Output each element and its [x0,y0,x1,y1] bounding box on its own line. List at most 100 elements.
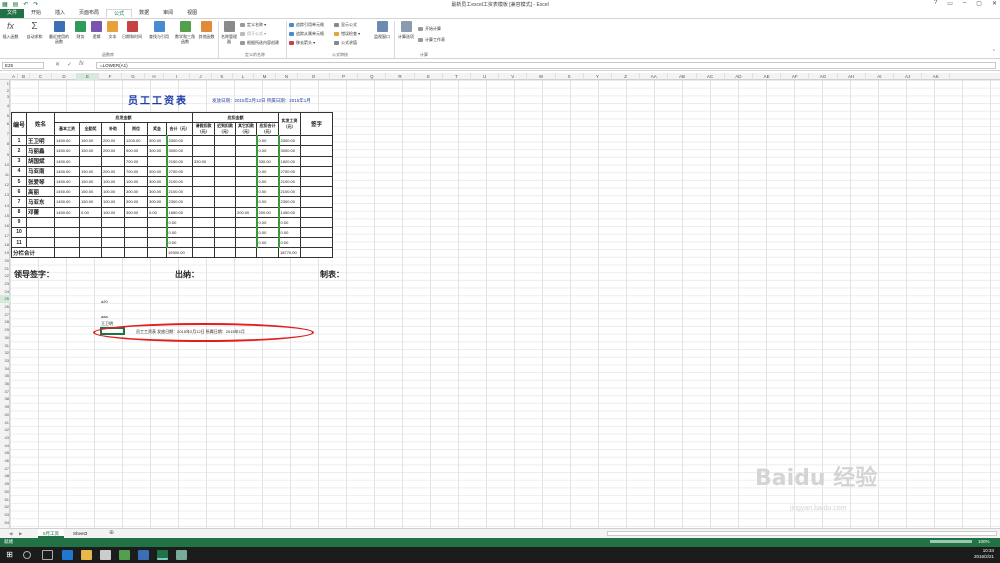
tab-page-layout[interactable]: 页面布局 [72,9,106,18]
row-header[interactable]: 29 [0,326,10,334]
employee-no[interactable]: 6 [10,186,28,198]
row-header[interactable]: 24 [0,288,10,296]
row-header[interactable]: 32 [0,349,10,357]
help-button[interactable]: ? [934,0,937,7]
table-cell[interactable] [235,145,258,157]
signature-cell[interactable] [300,165,334,177]
more-functions-button[interactable]: 其他函数 [197,21,216,39]
table-cell[interactable] [214,237,237,249]
column-header[interactable]: A [10,73,18,80]
table-cell[interactable] [79,226,103,239]
row-header[interactable]: 17 [0,231,10,241]
table-cell[interactable] [214,186,237,198]
employee-name[interactable]: 马亚南 [26,165,56,177]
table-cell[interactable]: 330.00 [192,155,216,167]
row-header[interactable]: 28 [0,318,10,326]
column-header[interactable]: Z [612,73,641,80]
excel-taskbar-icon[interactable] [157,550,168,560]
table-cell[interactable]: 1450.00 [277,206,302,218]
table-cell[interactable] [192,135,216,147]
employee-name[interactable]: 高丽 [26,186,56,198]
employee-no[interactable]: 9 [10,216,28,228]
watch-window-button[interactable]: 监视窗口 [372,21,392,39]
table-cell[interactable]: 1650.00 [165,206,194,218]
employee-no[interactable]: 5 [10,175,28,188]
table-cell[interactable] [192,237,216,249]
row-header[interactable]: 33 [0,357,10,365]
tab-view[interactable]: 视图 [180,9,204,18]
date-time-button[interactable]: 日期和时间 [121,21,143,39]
employee-name[interactable] [26,237,56,249]
row-header[interactable]: 11 [0,170,10,180]
column-header[interactable]: D [52,73,77,80]
row-header[interactable]: 42 [0,426,10,434]
table-cell[interactable]: 300.00 [147,186,168,198]
column-header[interactable]: T [443,73,471,80]
column-header[interactable]: AI [866,73,894,80]
table-cell[interactable]: 0.00 [255,196,280,208]
table-cell[interactable] [147,216,168,228]
table-cell[interactable] [235,186,258,198]
table-cell[interactable] [54,226,81,239]
evaluate-formula-button[interactable]: 公式求值 [334,40,357,45]
column-header[interactable]: M [254,73,276,80]
table-cell[interactable]: 200.00 [101,145,126,157]
table-cell[interactable]: 0.00 [165,216,194,228]
employee-no[interactable]: 2 [10,145,28,157]
row-header[interactable]: 1 [0,80,10,87]
table-cell[interactable] [101,226,126,239]
column-header[interactable]: J [190,73,212,80]
zoom-slider[interactable] [930,540,972,543]
employee-name[interactable]: 王卫明 [26,135,56,147]
table-cell[interactable]: 1450.00 [54,165,81,177]
table-cell[interactable]: 3300.00 [277,135,302,147]
signature-cell[interactable] [300,145,334,157]
table-cell[interactable]: 2700.00 [277,165,302,177]
row-header[interactable]: 19 [0,249,10,257]
column-header[interactable]: O [298,73,330,80]
row-header[interactable]: 51 [0,496,10,504]
table-cell[interactable]: 200.00 [255,206,280,218]
autosum-button[interactable]: Σ 自动求和 [26,21,43,39]
table-cell[interactable] [192,145,216,157]
table-cell[interactable]: 0.00 [277,237,302,249]
calculate-sheet-button[interactable]: 计算工作表 [418,37,445,42]
column-header[interactable]: V [499,73,528,80]
column-header[interactable]: F [99,73,122,80]
column-header[interactable]: W [527,73,556,80]
row-header[interactable]: 30 [0,334,10,342]
table-cell[interactable] [235,175,258,188]
task-view-icon[interactable] [42,550,53,560]
table-cell[interactable]: 1820.00 [277,155,302,167]
tab-home[interactable]: 开始 [24,9,48,18]
table-cell[interactable]: 200.00 [235,206,258,218]
table-cell[interactable]: 3300.00 [165,135,194,147]
collapse-ribbon-icon[interactable]: ⌃ [992,49,996,55]
table-cell[interactable] [214,135,237,147]
tab-review[interactable]: 审阅 [156,9,180,18]
row-header[interactable]: 44 [0,442,10,450]
row-header[interactable]: 48 [0,472,10,480]
table-cell[interactable] [54,237,81,249]
error-checking-button[interactable]: 错误检查 ▾ [334,31,360,36]
row-header[interactable]: 21 [0,265,10,273]
table-cell[interactable] [147,237,168,249]
table-cell[interactable] [192,165,216,177]
column-header[interactable]: E [77,73,99,80]
employee-name[interactable]: 张爱琴 [26,175,56,188]
table-cell[interactable]: 3000.00 [165,145,194,157]
maximize-button[interactable]: ▢ [976,0,982,7]
column-header[interactable]: L [233,73,254,80]
table-cell[interactable] [54,216,81,228]
close-button[interactable]: ✕ [992,0,997,7]
table-cell[interactable]: 150.00 [79,145,103,157]
table-cell[interactable] [235,135,258,147]
table-cell[interactable] [192,206,216,218]
column-header[interactable]: H [145,73,164,80]
name-manager-button[interactable]: 名称管理器 [220,21,238,44]
app-icon[interactable] [138,550,149,560]
search-icon[interactable] [23,551,31,559]
trace-precedents-button[interactable]: 追踪引用单元格 [289,22,324,27]
table-cell[interactable] [235,226,258,239]
zoom-level[interactable]: 100% [978,539,990,544]
